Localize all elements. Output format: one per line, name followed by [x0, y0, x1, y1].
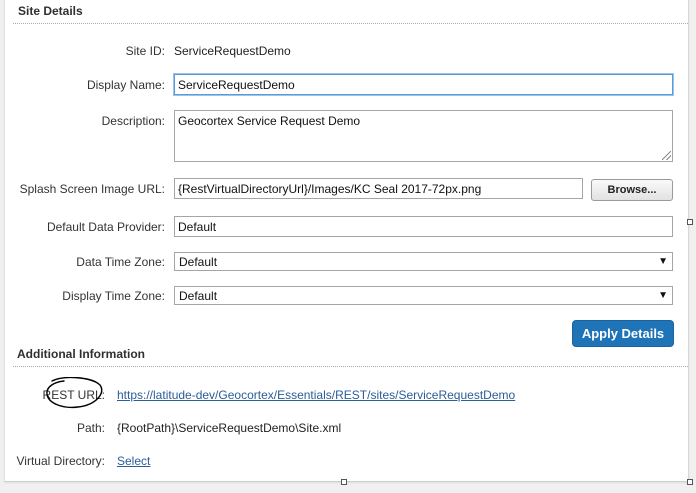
- virtual-directory-select-link[interactable]: Select: [117, 454, 150, 468]
- site-id-value: ServiceRequestDemo: [174, 44, 291, 58]
- display-time-zone-value: Default: [179, 288, 218, 303]
- dropdown-arrow-icon: ▼: [658, 256, 668, 267]
- display-time-zone-label: Display Time Zone:: [62, 289, 165, 303]
- splash-image-field[interactable]: [174, 178, 583, 199]
- default-provider-label: Default Data Provider:: [46, 220, 165, 234]
- display-name-field[interactable]: [174, 74, 673, 95]
- data-time-zone-label: Data Time Zone:: [76, 255, 165, 269]
- site-id-label: Site ID:: [125, 44, 165, 58]
- additional-info-divider: [13, 366, 688, 367]
- site-details-title: Site Details: [18, 4, 83, 18]
- annotation-circle-icon: [46, 377, 103, 409]
- display-name-label: Display Name:: [86, 78, 165, 92]
- resize-handle-corner[interactable]: [687, 479, 693, 485]
- resize-handle-right[interactable]: [687, 219, 693, 225]
- resize-handle-bottom[interactable]: [341, 479, 347, 485]
- site-details-panel: Site Details Site ID: ServiceRequestDemo…: [4, 0, 689, 482]
- data-time-zone-value: Default: [179, 254, 218, 269]
- apply-details-button[interactable]: Apply Details: [572, 320, 674, 347]
- virtual-directory-label: Virtual Directory:: [16, 454, 105, 468]
- data-time-zone-select[interactable]: Default ▼: [174, 252, 673, 271]
- default-provider-field[interactable]: [174, 216, 673, 237]
- path-label: Path:: [76, 421, 105, 435]
- path-value: {RootPath}\ServiceRequestDemo\Site.xml: [117, 421, 342, 435]
- splash-image-label: Splash Screen Image URL:: [19, 182, 165, 196]
- site-details-divider: [13, 23, 688, 24]
- dropdown-arrow-icon: ▼: [658, 290, 668, 301]
- description-field[interactable]: Geocortex Service Request Demo: [174, 110, 673, 162]
- additional-info-title: Additional Information: [17, 347, 145, 361]
- description-label: Description:: [101, 114, 165, 128]
- description-resize-grip[interactable]: [662, 151, 671, 160]
- rest-url-link[interactable]: https://latitude-dev/Geocortex/Essential…: [117, 388, 515, 402]
- browse-button[interactable]: Browse...: [591, 179, 673, 201]
- display-time-zone-select[interactable]: Default ▼: [174, 286, 673, 305]
